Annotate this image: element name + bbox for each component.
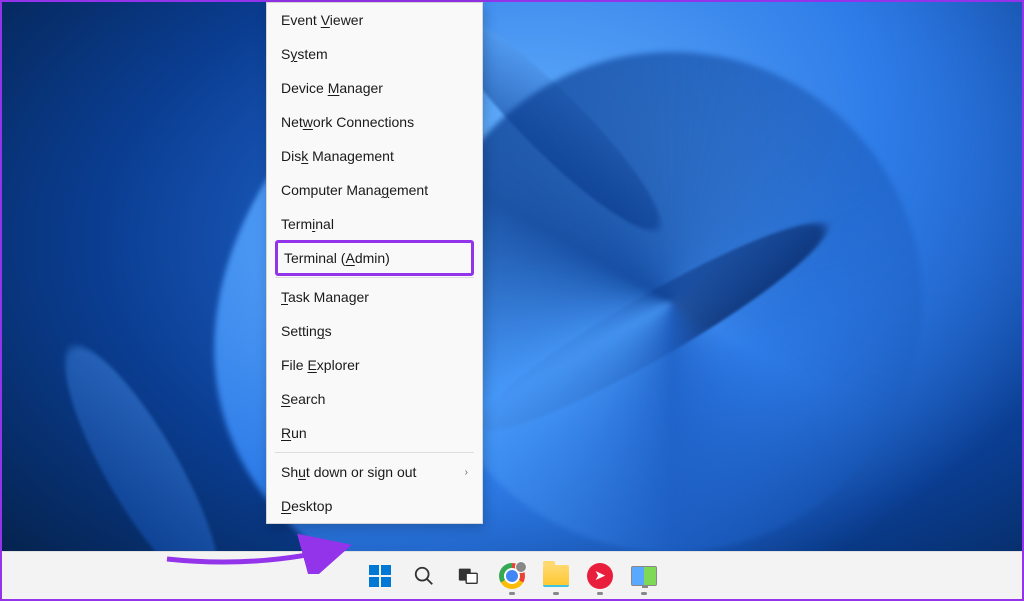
app-red-button[interactable]: ➤ [580, 556, 620, 596]
menu-file-explorer[interactable]: File Explorer [267, 348, 482, 382]
menu-system[interactable]: System [267, 37, 482, 71]
menu-item-label: Computer Management [281, 182, 428, 198]
menu-item-label: Run [281, 425, 307, 441]
winx-context-menu: Event Viewer System Device Manager Network … [266, 2, 483, 524]
menu-item-label: File Explorer [281, 357, 360, 373]
menu-terminal-admin[interactable]: Terminal (Admin) [275, 240, 474, 276]
annotation-arrow [162, 534, 362, 579]
menu-item-label: Device Manager [281, 80, 383, 96]
menu-desktop[interactable]: Desktop [267, 489, 482, 523]
menu-item-label: Desktop [281, 498, 332, 514]
menu-search[interactable]: Search [267, 382, 482, 416]
taskbar: ➤ [2, 551, 1022, 599]
menu-separator [275, 277, 474, 278]
menu-item-label: Shut down or sign out [281, 464, 416, 480]
menu-item-label: Terminal [281, 216, 334, 232]
task-view-icon [457, 565, 479, 587]
start-button[interactable] [360, 556, 400, 596]
menu-item-label: System [281, 46, 328, 62]
menu-shutdown[interactable]: Shut down or sign out › [267, 455, 482, 489]
chevron-right-icon: › [465, 467, 468, 478]
menu-item-label: Disk Management [281, 148, 394, 164]
folder-icon [543, 565, 569, 587]
control-panel-icon [631, 566, 657, 586]
menu-disk-management[interactable]: Disk Management [267, 139, 482, 173]
red-app-icon: ➤ [587, 563, 613, 589]
menu-network-connections[interactable]: Network Connections [267, 105, 482, 139]
menu-item-label: Search [281, 391, 325, 407]
menu-settings[interactable]: Settings [267, 314, 482, 348]
menu-computer-management[interactable]: Computer Management [267, 173, 482, 207]
menu-item-label: Network Connections [281, 114, 414, 130]
menu-event-viewer[interactable]: Event Viewer [267, 3, 482, 37]
chrome-icon [499, 563, 525, 589]
windows-logo-icon [368, 564, 392, 588]
menu-run[interactable]: Run [267, 416, 482, 450]
menu-item-label: Task Manager [281, 289, 369, 305]
menu-separator [275, 452, 474, 453]
menu-task-manager[interactable]: Task Manager [267, 280, 482, 314]
chrome-button[interactable] [492, 556, 532, 596]
file-explorer-button[interactable] [536, 556, 576, 596]
menu-item-label: Event Viewer [281, 12, 363, 28]
task-view-button[interactable] [448, 556, 488, 596]
control-panel-button[interactable] [624, 556, 664, 596]
menu-device-manager[interactable]: Device Manager [267, 71, 482, 105]
menu-terminal[interactable]: Terminal [267, 207, 482, 241]
desktop-wallpaper [2, 2, 1022, 599]
menu-item-label: Settings [281, 323, 332, 339]
search-button[interactable] [404, 556, 444, 596]
search-icon [413, 565, 435, 587]
menu-item-label: Terminal (Admin) [284, 250, 390, 266]
